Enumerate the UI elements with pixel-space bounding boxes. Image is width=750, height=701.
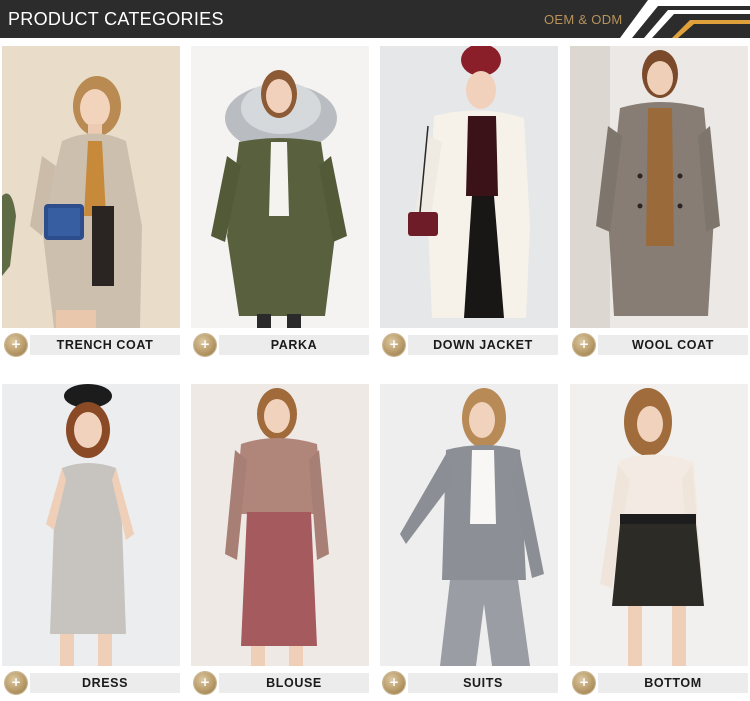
category-grid: + TRENCH COAT + PARKA + DOWN JACKET + WO…: [0, 0, 750, 701]
woman-down-jacket-photo[interactable]: [380, 46, 558, 328]
category-label-row[interactable]: + WOOL COAT: [570, 334, 748, 356]
category-card-wool-coat[interactable]: + WOOL COAT: [570, 46, 748, 356]
category-label-row[interactable]: + PARKA: [191, 334, 369, 356]
woman-suit-photo[interactable]: [380, 384, 558, 666]
category-card-down-jacket[interactable]: + DOWN JACKET: [380, 46, 558, 356]
category-label-row[interactable]: + BOTTOM: [570, 672, 748, 694]
category-card-blouse[interactable]: + BLOUSE: [191, 384, 369, 694]
woman-trench-coat-photo[interactable]: [2, 46, 180, 328]
plus-icon[interactable]: +: [5, 334, 27, 356]
category-label[interactable]: TRENCH COAT: [30, 335, 180, 355]
category-card-bottom[interactable]: + BOTTOM: [570, 384, 748, 694]
category-card-trench-coat[interactable]: + TRENCH COAT: [2, 46, 180, 356]
plus-icon[interactable]: +: [194, 334, 216, 356]
plus-icon[interactable]: +: [573, 672, 595, 694]
category-card-dress[interactable]: + DRESS: [2, 384, 180, 694]
category-label[interactable]: DOWN JACKET: [408, 335, 558, 355]
category-label[interactable]: SUITS: [408, 673, 558, 693]
category-label[interactable]: DRESS: [30, 673, 180, 693]
category-label[interactable]: BOTTOM: [598, 673, 748, 693]
category-label-row[interactable]: + TRENCH COAT: [2, 334, 180, 356]
woman-parka-photo[interactable]: [191, 46, 369, 328]
woman-blouse-photo[interactable]: [191, 384, 369, 666]
woman-skirt-photo[interactable]: [570, 384, 748, 666]
category-label-row[interactable]: + DRESS: [2, 672, 180, 694]
category-label[interactable]: BLOUSE: [219, 673, 369, 693]
category-label-row[interactable]: + BLOUSE: [191, 672, 369, 694]
category-label-row[interactable]: + DOWN JACKET: [380, 334, 558, 356]
plus-icon[interactable]: +: [383, 334, 405, 356]
plus-icon[interactable]: +: [5, 672, 27, 694]
plus-icon[interactable]: +: [383, 672, 405, 694]
plus-icon[interactable]: +: [194, 672, 216, 694]
woman-wool-coat-photo[interactable]: [570, 46, 748, 328]
category-label[interactable]: PARKA: [219, 335, 369, 355]
woman-dress-photo[interactable]: [2, 384, 180, 666]
category-card-suits[interactable]: + SUITS: [380, 384, 558, 694]
plus-icon[interactable]: +: [573, 334, 595, 356]
category-label[interactable]: WOOL COAT: [598, 335, 748, 355]
category-card-parka[interactable]: + PARKA: [191, 46, 369, 356]
category-label-row[interactable]: + SUITS: [380, 672, 558, 694]
